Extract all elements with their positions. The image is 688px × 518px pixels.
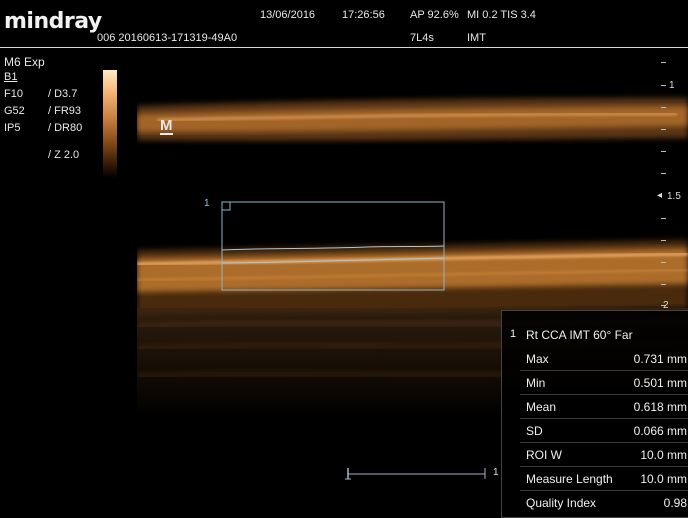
- caliper-line[interactable]: [343, 466, 493, 480]
- result-value: 10.0 mm: [640, 448, 687, 462]
- depth-ruler: 1 ◂ 1.5 2: [655, 55, 688, 315]
- mode-label: M6 Exp: [4, 55, 45, 69]
- result-label: Mean: [526, 400, 556, 414]
- result-label: Min: [526, 376, 545, 390]
- results-title: Rt CCA IMT 60° Far: [526, 328, 633, 342]
- grayscale-bar: [103, 70, 117, 178]
- result-row-quality-index: Quality Index 0.98: [502, 491, 688, 515]
- results-header: 1 Rt CCA IMT 60° Far: [502, 323, 688, 347]
- result-value: 0.501 mm: [634, 376, 687, 390]
- result-row-max: Max 0.731 mm: [502, 347, 688, 371]
- param-fr: / FR93: [48, 105, 81, 117]
- probe-name: 7L4s: [410, 32, 434, 44]
- param-f: F10: [4, 88, 23, 100]
- result-label: ROI W: [526, 448, 562, 462]
- acoustic-power: AP 92.6%: [410, 9, 459, 21]
- b-mode-label: B1: [4, 71, 17, 83]
- measurement-results-panel: 1 Rt CCA IMT 60° Far Max 0.731 mm Min 0.…: [501, 310, 688, 518]
- result-value: 0.066 mm: [634, 424, 687, 438]
- result-row-min: Min 0.501 mm: [502, 371, 688, 395]
- exam-type: IMT: [467, 32, 486, 44]
- result-row-roi-w: ROI W 10.0 mm: [502, 443, 688, 467]
- result-label: Max: [526, 352, 549, 366]
- patient-id: 006 20160613-171319-49A0: [97, 32, 237, 44]
- depth-label-1: 1: [669, 80, 675, 91]
- param-d: / D3.7: [48, 88, 77, 100]
- depth-label-1-5: 1.5: [667, 191, 681, 202]
- param-dr: / DR80: [48, 122, 82, 134]
- param-g: G52: [4, 105, 25, 117]
- mi-tis: MI 0.2 TIS 3.4: [467, 9, 536, 21]
- result-row-measure-length: Measure Length 10.0 mm: [502, 467, 688, 491]
- m-marker: M: [160, 118, 173, 135]
- result-value: 0.98: [664, 496, 687, 510]
- brand-logo: mindray: [4, 9, 102, 34]
- result-value: 0.618 mm: [634, 400, 687, 414]
- result-row-mean: Mean 0.618 mm: [502, 395, 688, 419]
- header-divider: [0, 47, 688, 48]
- result-label: SD: [526, 424, 543, 438]
- result-value: 0.731 mm: [634, 352, 687, 366]
- results-index: 1: [510, 328, 516, 340]
- result-value: 10.0 mm: [640, 472, 687, 486]
- result-row-sd: SD 0.066 mm: [502, 419, 688, 443]
- param-ip: IP5: [4, 122, 21, 134]
- focus-marker-icon: ◂: [657, 190, 662, 201]
- result-label: Quality Index: [526, 496, 596, 510]
- exam-date: 13/06/2016: [260, 9, 315, 21]
- exam-time: 17:26:56: [342, 9, 385, 21]
- param-z: / Z 2.0: [48, 149, 79, 161]
- caliper-end-label: 1: [493, 467, 499, 478]
- result-label: Measure Length: [526, 472, 613, 486]
- roi-index: 1: [204, 198, 210, 209]
